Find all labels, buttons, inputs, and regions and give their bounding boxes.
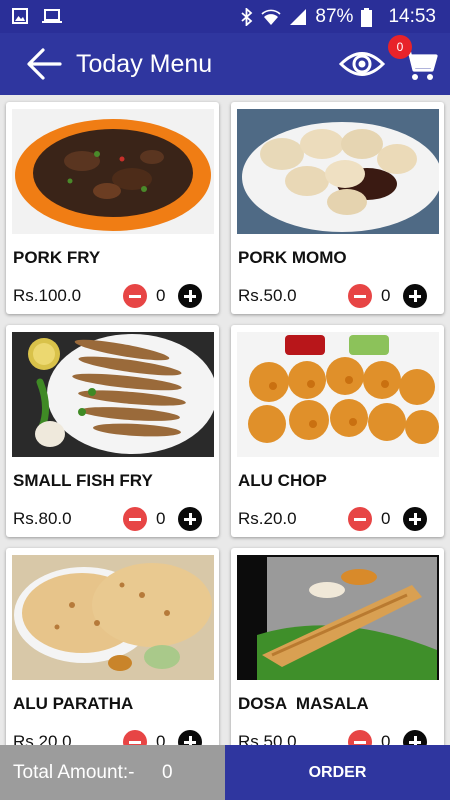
increase-quantity-button[interactable] xyxy=(403,284,427,308)
decrease-quantity-button[interactable] xyxy=(348,507,372,531)
battery-icon xyxy=(361,7,373,27)
item-name: ALU CHOP xyxy=(238,471,327,490)
item-price: Rs.100.0 xyxy=(13,286,82,305)
item-name: ALU PARATHA xyxy=(13,694,134,713)
menu-card[interactable]: PORK FRY Rs.100.0 0 xyxy=(6,102,219,314)
item-name: SMALL FISH FRY xyxy=(13,471,153,490)
decrease-quantity-button[interactable] xyxy=(123,730,147,745)
page-title: Today Menu xyxy=(76,50,213,78)
item-quantity: 0 xyxy=(381,286,391,305)
decrease-quantity-button[interactable] xyxy=(348,730,372,745)
cart-count-badge: 0 xyxy=(388,35,412,59)
battery-percent: 87% xyxy=(315,6,354,27)
menu-card[interactable]: ALU CHOP Rs.20.0 0 xyxy=(231,325,444,537)
image-icon xyxy=(12,8,28,24)
menu-card[interactable]: PORK MOMO Rs.50.0 0 xyxy=(231,102,444,314)
increase-quantity-button[interactable] xyxy=(403,730,427,745)
order-button[interactable]: ORDER xyxy=(225,745,450,800)
item-quantity: 0 xyxy=(156,286,166,305)
item-quantity: 0 xyxy=(381,509,391,528)
dosa-masala-photo xyxy=(237,555,439,680)
item-price: Rs.20.0 xyxy=(13,732,72,745)
wifi-icon xyxy=(261,9,281,25)
bluetooth-icon xyxy=(241,8,253,26)
decrease-quantity-button[interactable] xyxy=(123,507,147,531)
menu-card[interactable]: SMALL FISH FRY Rs.80.0 0 xyxy=(6,325,219,537)
pork-fry-photo xyxy=(12,109,214,234)
item-quantity: 0 xyxy=(381,732,391,745)
clock: 14:53 xyxy=(388,6,436,27)
item-name: PORK FRY xyxy=(13,248,101,267)
signal-icon xyxy=(290,9,307,25)
item-name: PORK MOMO xyxy=(238,248,347,267)
alu-chop-photo xyxy=(237,332,439,457)
menu-grid: PORK FRY Rs.100.0 0 PORK MOMO Rs.50.0 0 xyxy=(0,95,450,745)
total-value: 0 xyxy=(162,762,173,783)
laptop-icon xyxy=(42,9,62,23)
item-price: Rs.20.0 xyxy=(238,509,297,528)
bottom-bar: Total Amount:- 0 ORDER xyxy=(0,745,450,800)
menu-card[interactable]: ALU PARATHA Rs.20.0 0 xyxy=(6,548,219,745)
pork-momo-photo xyxy=(237,109,439,234)
item-quantity: 0 xyxy=(156,509,166,528)
total-amount: Total Amount:- 0 xyxy=(0,745,225,800)
item-price: Rs.50.0 xyxy=(238,286,297,305)
total-label: Total Amount:- xyxy=(13,762,135,783)
back-arrow-icon[interactable] xyxy=(26,47,62,81)
menu-card[interactable]: DOSA MASALA Rs.50.0 0 xyxy=(231,548,444,745)
eye-icon[interactable] xyxy=(339,47,385,81)
decrease-quantity-button[interactable] xyxy=(123,284,147,308)
alu-paratha-photo xyxy=(12,555,214,680)
increase-quantity-button[interactable] xyxy=(178,507,202,531)
status-bar: 87% 14:53 xyxy=(0,0,450,33)
item-price: Rs.80.0 xyxy=(13,509,72,528)
increase-quantity-button[interactable] xyxy=(403,507,427,531)
item-name: DOSA MASALA xyxy=(238,694,369,713)
item-quantity: 0 xyxy=(156,732,166,745)
app-bar: Today Menu 0 xyxy=(0,33,450,95)
increase-quantity-button[interactable] xyxy=(178,284,202,308)
increase-quantity-button[interactable] xyxy=(178,730,202,745)
small-fish-fry-photo xyxy=(12,332,214,457)
item-price: Rs.50.0 xyxy=(238,732,297,745)
decrease-quantity-button[interactable] xyxy=(348,284,372,308)
